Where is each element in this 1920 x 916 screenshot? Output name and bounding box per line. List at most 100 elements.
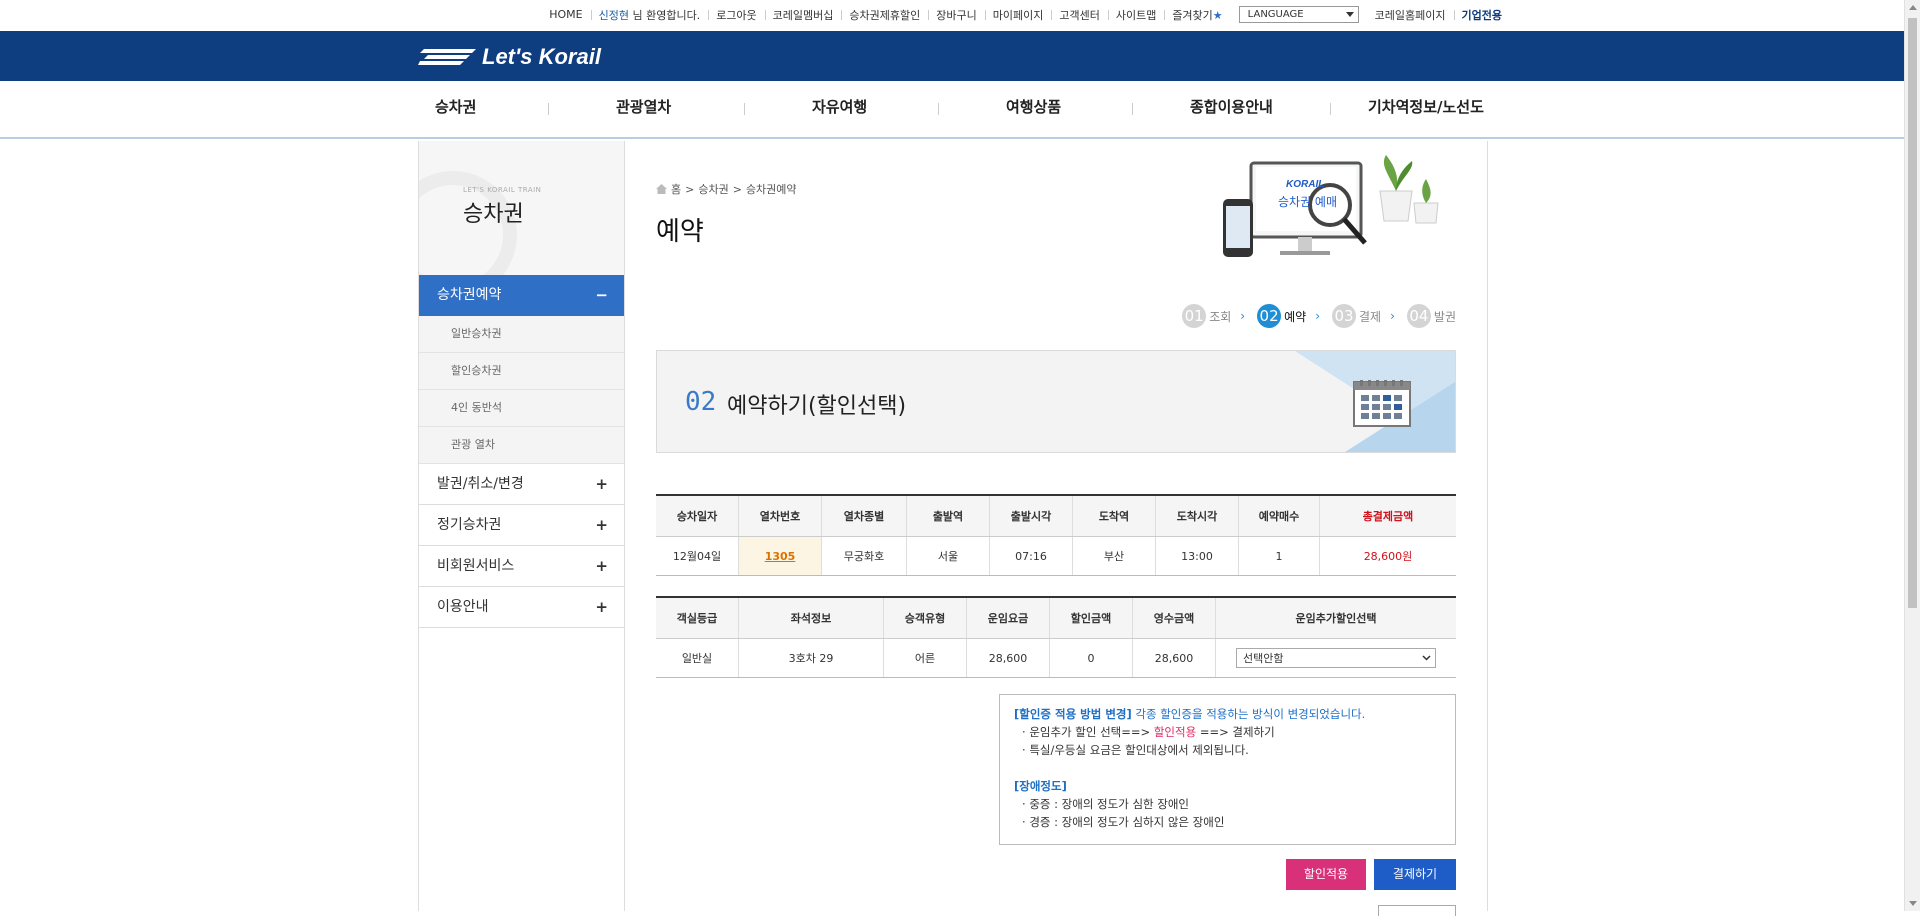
- breadcrumb-home[interactable]: 홈: [671, 181, 681, 197]
- step-1: 01 조회 ›: [1182, 304, 1251, 328]
- discount-select[interactable]: 선택안함: [1236, 648, 1436, 668]
- notice-text: 경증 : 장애의 정도가 심하지 않은 장애인: [1029, 815, 1225, 829]
- gnb-label: 승차권: [435, 98, 477, 116]
- gnb-label: 자유여행: [812, 98, 868, 116]
- star-icon: ★: [1212, 8, 1223, 22]
- logo-text: Let's Korail: [482, 44, 601, 69]
- step-2: 02 예약 ›: [1257, 304, 1326, 328]
- favorites-link[interactable]: 즐겨찾기★: [1164, 7, 1230, 23]
- plus-icon[interactable]: +: [595, 546, 608, 586]
- logout-link[interactable]: 로그아웃: [708, 7, 764, 23]
- table-row: 12월04일 1305 무궁화호 서울 07:16 부산 13:00 1 28,…: [656, 536, 1456, 576]
- sidebar-subitem-family-seat[interactable]: 4인 동반석: [419, 390, 624, 427]
- home-link[interactable]: HOME: [541, 8, 590, 21]
- apply-discount-button[interactable]: 할인적용: [1286, 859, 1366, 890]
- side-nav-header: LET'S KORAIL TRAIN 승차권: [419, 141, 624, 275]
- chevron-right-icon: ›: [1315, 309, 1320, 323]
- sidebar-submenu: 일반승차권 할인승차권 4인 동반석 관광 열차: [419, 316, 624, 464]
- gnb-item-free-travel[interactable]: 자유여행: [812, 81, 867, 137]
- sidebar-subitem-regular-ticket[interactable]: 일반승차권: [419, 316, 624, 353]
- language-label: LANGUAGE: [1247, 9, 1304, 20]
- sidebar-item-usage-guide[interactable]: 이용안내 +: [419, 587, 624, 628]
- logo-swoosh-icon: [418, 49, 476, 65]
- gnb-item-tour-train[interactable]: 관광열차: [616, 81, 671, 137]
- table-cell: 3호차 29: [738, 638, 884, 678]
- table-cell: 어른: [883, 638, 967, 678]
- pay-button[interactable]: 결제하기: [1374, 859, 1456, 890]
- table-row: 일반실 3호차 29 어른 28,600 0 28,600 선택안함: [656, 638, 1456, 678]
- column-header: 객실등급: [656, 596, 739, 639]
- step-label: 예약: [1284, 309, 1307, 324]
- column-header: 운임요금: [966, 596, 1050, 639]
- train-number-cell: 1305: [738, 536, 822, 576]
- seat-fare-table: 객실등급 좌석정보 승객유형 운임요금 할인금액 영수금액 운임추가할인선택 일…: [656, 596, 1456, 678]
- notice-highlight: 할인적용: [1153, 725, 1197, 739]
- plus-icon[interactable]: +: [595, 587, 608, 627]
- table-cell: 부산: [1072, 536, 1156, 576]
- column-header: 도착시각: [1155, 494, 1239, 537]
- welcome-message: 신정현 님 환영합니다.: [590, 7, 709, 23]
- step-label: 조회: [1209, 309, 1232, 324]
- sidebar-item-ticket-reservation[interactable]: 승차권예약 −: [419, 275, 624, 316]
- sidebar-subitem-discount-ticket[interactable]: 할인승차권: [419, 353, 624, 390]
- column-header: 영수금액: [1132, 596, 1216, 639]
- notice-text: 중증 : 장애의 정도가 심한 장애인: [1029, 797, 1190, 811]
- minus-icon[interactable]: −: [595, 275, 608, 315]
- discount-select-cell: 선택안함: [1215, 638, 1456, 678]
- column-header: 승차일자: [656, 494, 739, 537]
- table-cell: 일반실: [656, 638, 739, 678]
- column-header: 좌석정보: [738, 596, 884, 639]
- plus-icon[interactable]: +: [595, 464, 608, 504]
- table-cell: 07:16: [989, 536, 1073, 576]
- notice-heading: [할인증 적용 방법 변경]: [1014, 707, 1132, 721]
- sitemap-link[interactable]: 사이트맵: [1107, 7, 1164, 23]
- language-select[interactable]: LANGUAGE: [1238, 6, 1359, 23]
- utility-links: HOME 신정현 님 환영합니다. 로그아웃 코레일멤버십 승차권제휴할인 장바…: [541, 6, 1510, 23]
- brand-bar: Let's Korail: [0, 31, 1904, 81]
- gnb-item-station-info[interactable]: 기차역정보/노선도: [1368, 81, 1484, 137]
- column-header: 열차종별: [821, 494, 907, 537]
- customer-center-link[interactable]: 고객센터: [1051, 7, 1107, 23]
- step-label: 결제: [1359, 309, 1382, 324]
- sidebar-item-issue-cancel[interactable]: 발권/취소/변경 +: [419, 464, 624, 505]
- train-number-link[interactable]: 1305: [765, 550, 796, 563]
- scrollbar-thumb[interactable]: [1908, 18, 1917, 608]
- gnb-item-ticket[interactable]: 승차권: [435, 81, 476, 137]
- column-header: 승객유형: [883, 596, 967, 639]
- sidebar-item-label: 이용안내: [437, 599, 489, 615]
- welcome-text: 님 환영합니다.: [632, 8, 701, 22]
- notice-item: · 중증 : 장애의 정도가 심한 장애인: [1022, 797, 1190, 811]
- vertical-scrollbar[interactable]: [1904, 0, 1920, 911]
- plus-icon[interactable]: +: [595, 505, 608, 545]
- step-4: 04 발권: [1406, 304, 1456, 328]
- gnb-item-guide[interactable]: 종합이용안내: [1190, 81, 1273, 137]
- mypage-link[interactable]: 마이페이지: [984, 7, 1052, 23]
- notice-box: [할인증 적용 방법 변경] 각종 할인증을 적용하는 방식이 변경되었습니다.…: [999, 694, 1456, 845]
- column-header: 도착역: [1072, 494, 1156, 537]
- utility-bar: HOME 신정현 님 환영합니다. 로그아웃 코레일멤버십 승차권제휴할인 장바…: [0, 0, 1904, 31]
- table-cell: 서울: [906, 536, 990, 576]
- notice-item: · 특실/우등실 요금은 할인대상에서 제외됩니다.: [1022, 743, 1249, 757]
- corporate-link[interactable]: 기업전용: [1453, 7, 1510, 23]
- korail-logo[interactable]: Let's Korail: [418, 44, 601, 70]
- section-banner: 02 예약하기(할인선택): [656, 350, 1456, 453]
- breadcrumb-ticket[interactable]: 승차권: [698, 181, 728, 197]
- membership-link[interactable]: 코레일멤버십: [764, 7, 842, 23]
- breadcrumb-current: 승차권예약: [745, 183, 797, 196]
- table-header-row: 객실등급 좌석정보 승객유형 운임요금 할인금액 영수금액 운임추가할인선택: [656, 596, 1456, 639]
- gnb-item-travel-products[interactable]: 여행상품: [1006, 81, 1061, 137]
- sidebar-item-season-ticket[interactable]: 정기승차권 +: [419, 505, 624, 546]
- gnb-label: 관광열차: [616, 98, 672, 116]
- scroll-down-icon[interactable]: [1909, 901, 1917, 906]
- partner-discount-link[interactable]: 승차권제휴할인: [841, 7, 928, 23]
- scroll-up-icon[interactable]: [1909, 5, 1917, 10]
- cart-link[interactable]: 장바구니: [928, 7, 984, 23]
- sidebar-subitem-tour-train[interactable]: 관광 열차: [419, 427, 624, 464]
- discount-select-value: 선택안함: [1243, 652, 1284, 665]
- korail-home-link[interactable]: 코레일홈페이지: [1367, 7, 1454, 23]
- ticket-booking-illustration: KORAIL 승차권 예매: [1223, 155, 1439, 257]
- step-number: 01: [1182, 304, 1207, 328]
- breadcrumb-separator: >: [685, 182, 695, 196]
- page-title: 예약: [656, 217, 704, 247]
- sidebar-item-guest-service[interactable]: 비회원서비스 +: [419, 546, 624, 587]
